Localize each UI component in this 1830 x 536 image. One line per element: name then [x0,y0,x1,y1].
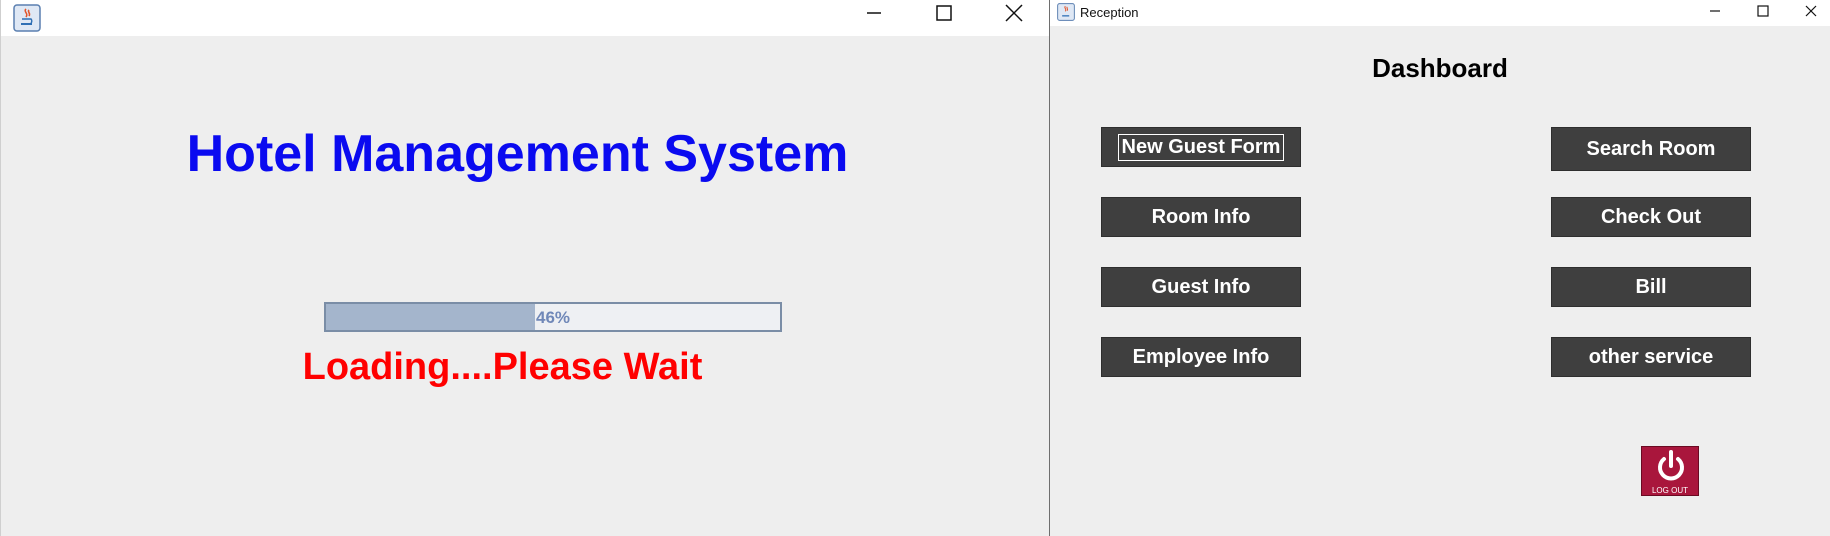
power-icon [1653,449,1689,490]
close-icon[interactable] [1791,0,1830,22]
button-label: New Guest Form [1117,133,1285,161]
app-title: Hotel Management System [186,125,849,183]
button-label: Employee Info [1132,345,1270,368]
button-label: Room Info [1151,205,1251,228]
button-label: Bill [1635,275,1667,298]
progress-label: 46% [536,308,571,327]
reception-window: Reception Dashboard New Guest Form Searc… [1049,0,1830,536]
maximize-icon[interactable] [1743,0,1783,22]
new-guest-form-button[interactable]: New Guest Form [1101,127,1301,167]
reception-titlebar: Reception [1050,0,1830,26]
search-room-button[interactable]: Search Room [1551,127,1751,171]
button-label: Check Out [1600,205,1702,228]
logout-button[interactable]: LOG OUT [1641,446,1699,496]
button-label: Search Room [1586,137,1716,160]
check-out-button[interactable]: Check Out [1551,197,1751,237]
reception-content: Dashboard New Guest Form Search Room Roo… [1050,26,1830,536]
loading-text: Loading....Please Wait [302,346,703,388]
splash-content: Hotel Management System 46% Loading....P… [1,36,1049,536]
employee-info-button[interactable]: Employee Info [1101,337,1301,377]
bill-button[interactable]: Bill [1551,267,1751,307]
minimize-icon[interactable] [1695,0,1735,22]
close-icon[interactable] [989,0,1039,26]
progress-bar: 46% [324,302,782,332]
splash-window: Hotel Management System 46% Loading....P… [0,0,1049,536]
other-service-button[interactable]: other service [1551,337,1751,377]
java-app-icon [1057,3,1075,26]
room-info-button[interactable]: Room Info [1101,197,1301,237]
guest-info-button[interactable]: Guest Info [1101,267,1301,307]
dashboard-title: Dashboard [1372,53,1508,83]
progress-fill [326,304,535,330]
minimize-icon[interactable] [849,0,899,26]
window-title: Reception [1080,5,1139,20]
splash-titlebar [1,0,1049,36]
maximize-icon[interactable] [919,0,969,26]
java-app-icon [13,4,41,37]
button-label: Guest Info [1151,275,1251,298]
button-label: other service [1588,345,1714,368]
logout-label: LOG OUT [1651,486,1688,495]
